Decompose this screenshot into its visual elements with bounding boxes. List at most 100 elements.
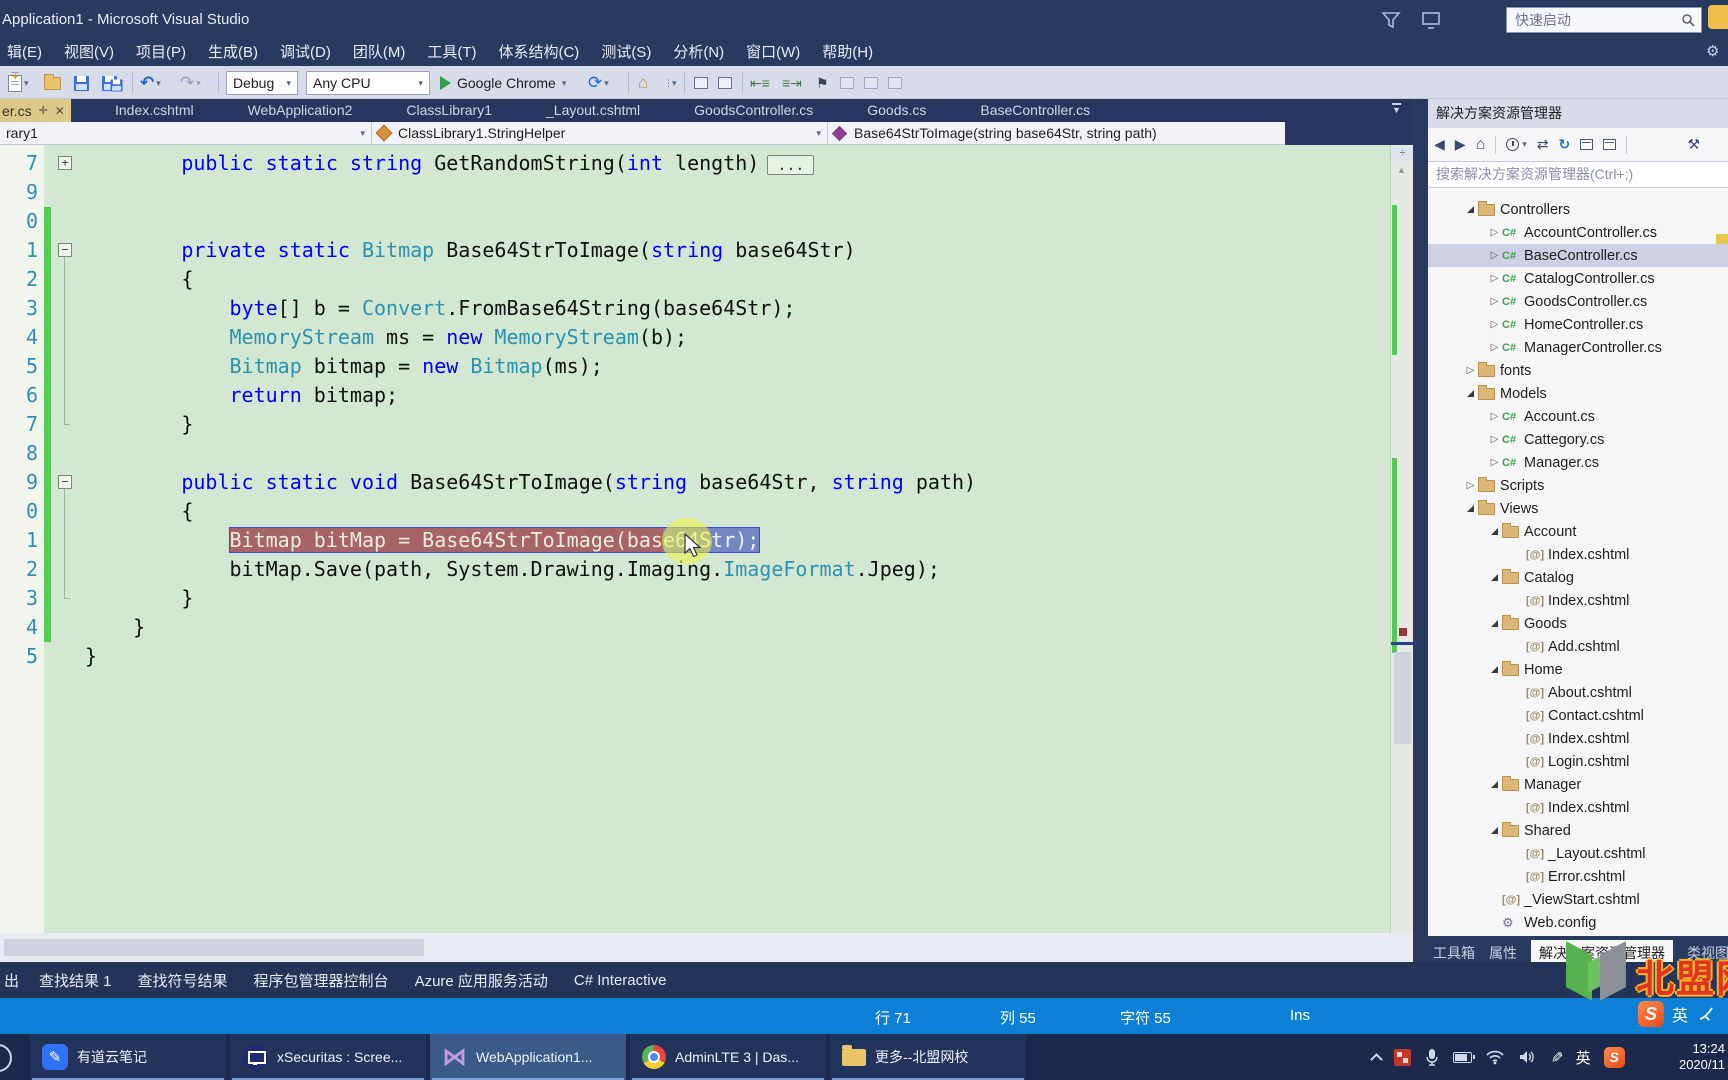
feedback-funnel-icon[interactable] — [1380, 9, 1402, 31]
tree-expanded-icon[interactable] — [1487, 827, 1502, 834]
tree-item-contact-cshtml[interactable]: [@]Contact.cshtml — [1428, 704, 1728, 727]
tab-toolbox[interactable]: 工具箱 — [1433, 943, 1475, 963]
ime-toolbar[interactable]: S 英 — [1638, 1001, 1716, 1027]
tree-collapsed-icon[interactable]: ▷ — [1487, 434, 1502, 445]
tab-index-cshtml[interactable]: Index.cshtml — [88, 99, 221, 122]
tree-item-goodscontroller-cs[interactable]: ▷C#GoodsController.cs — [1428, 290, 1728, 313]
tree-item-manager[interactable]: Manager — [1428, 773, 1728, 796]
tab-find-results-1[interactable]: 查找结果 1 — [39, 970, 112, 991]
save-all-button[interactable] — [102, 72, 124, 94]
menu-edit[interactable]: 辑(E) — [0, 40, 53, 66]
menu-team[interactable]: 团队(M) — [342, 40, 417, 66]
tab-class-view[interactable]: 类视图 — [1687, 943, 1728, 963]
tree-collapsed-icon[interactable]: ▷ — [1487, 227, 1502, 238]
tree-item-catalog[interactable]: Catalog — [1428, 566, 1728, 589]
member-dropdown[interactable]: Base64StrToImage(string base64Str, strin… — [828, 122, 1285, 144]
microphone-icon[interactable] — [1424, 1048, 1440, 1066]
code-line[interactable]: MemoryStream ms = new MemoryStream(b); — [85, 323, 687, 352]
tree-item-index-cshtml[interactable]: [@]Index.cshtml — [1428, 727, 1728, 750]
tab-webapplication2[interactable]: WebApplication2 — [221, 99, 380, 122]
fold-toggle[interactable]: + — [58, 156, 72, 170]
close-tab-icon[interactable]: ✕ — [55, 104, 65, 118]
wifi-icon[interactable] — [1485, 1049, 1505, 1065]
type-dropdown[interactable]: ClassLibrary1.StringHelper▾ — [372, 122, 828, 144]
code-line[interactable]: } — [85, 410, 193, 439]
tree-collapsed-icon[interactable]: ▷ — [1487, 273, 1502, 284]
tree-collapsed-icon[interactable]: ▷ — [1463, 480, 1478, 491]
tree-item--viewstart-cshtml[interactable]: [@]_ViewStart.cshtml — [1428, 888, 1728, 911]
screen-recorder-icon[interactable] — [1394, 1049, 1411, 1066]
search-circle-icon[interactable] — [0, 1044, 12, 1072]
code-line[interactable]: } — [85, 642, 97, 671]
menu-build[interactable]: 生成(B) — [197, 40, 269, 66]
tab-output[interactable]: 出 — [4, 970, 19, 991]
scroll-up-arrow[interactable]: ▲ — [1397, 165, 1406, 175]
tree-item-basecontroller-cs[interactable]: ▷C#BaseController.cs — [1428, 244, 1728, 267]
home-icon[interactable]: ⌂ — [1476, 136, 1486, 154]
code-line[interactable]: private static Bitmap Base64StrToImage(s… — [85, 236, 856, 265]
solution-search-input[interactable]: 搜索解决方案资源管理器(Ctrl+;) — [1428, 161, 1728, 188]
code-line[interactable]: bitMap.Save(path, System.Drawing.Imaging… — [85, 555, 940, 584]
tree-item-index-cshtml[interactable]: [@]Index.cshtml — [1428, 543, 1728, 566]
code-line[interactable]: public static void Base64StrToImage(stri… — [85, 468, 976, 497]
tree-item-login-cshtml[interactable]: [@]Login.cshtml — [1428, 750, 1728, 773]
tree-item-catalogcontroller-cs[interactable]: ▷C#CatalogController.cs — [1428, 267, 1728, 290]
refresh-icon[interactable]: ↻ — [1559, 136, 1571, 153]
tree-expanded-icon[interactable] — [1487, 528, 1502, 535]
status-line[interactable]: 行 71 — [875, 1007, 911, 1028]
tab-azure-app-service-activity[interactable]: Azure 应用服务活动 — [415, 970, 548, 991]
taskbar-item-chrome[interactable]: AdminLTE 3 | Das... — [630, 1034, 826, 1080]
collapse-all-icon[interactable] — [1580, 139, 1593, 150]
send-feedback-monitor-icon[interactable] — [1420, 9, 1442, 31]
status-character[interactable]: 字符 55 — [1120, 1007, 1171, 1028]
tree-collapsed-icon[interactable]: ▷ — [1463, 365, 1478, 376]
taskbar-item-visual-studio[interactable]: ⋈ WebApplication1... — [430, 1034, 626, 1080]
bookmark-icon[interactable]: ⚑ — [816, 72, 829, 94]
tree-expanded-icon[interactable] — [1463, 505, 1478, 512]
platform-dropdown[interactable]: Any CPU▾ — [306, 71, 430, 95]
tree-item-about-cshtml[interactable]: [@]About.cshtml — [1428, 681, 1728, 704]
taskbar-clock[interactable]: 13:24 2020/11 — [1655, 1041, 1725, 1073]
tab-goods-cs[interactable]: Goods.cs — [840, 99, 953, 122]
split-editor-handle[interactable]: ÷ — [1391, 147, 1414, 161]
tab-layout-cshtml[interactable]: _Layout.cshtml — [519, 99, 667, 122]
speaker-icon[interactable] — [1518, 1049, 1537, 1065]
tree-item-models[interactable]: Models — [1428, 382, 1728, 405]
tree-collapsed-icon[interactable]: ▷ — [1487, 342, 1502, 353]
save-button[interactable] — [74, 72, 89, 94]
tree-item-manager-cs[interactable]: ▷C#Manager.cs — [1428, 451, 1728, 474]
code-line[interactable]: } — [85, 584, 193, 613]
tree-expanded-icon[interactable] — [1487, 574, 1502, 581]
solution-explorer-title[interactable]: 解决方案资源管理器 — [1428, 99, 1728, 128]
horizontal-scroll-thumb[interactable] — [4, 939, 424, 956]
find-in-files-icon[interactable]: ⌂ — [638, 72, 648, 94]
tree-item-controllers[interactable]: Controllers — [1428, 198, 1728, 221]
navigate-forward-icon[interactable] — [718, 72, 732, 94]
show-all-files-icon[interactable] — [1603, 139, 1616, 150]
new-item-button[interactable]: ✦▾ — [8, 72, 29, 94]
title-bar[interactable]: Application1 - Microsoft Visual Studio 快… — [0, 0, 1728, 40]
tree-expanded-icon[interactable] — [1487, 620, 1502, 627]
chevron-up-icon[interactable] — [1370, 1053, 1383, 1066]
tree-item-scripts[interactable]: ▷Scripts — [1428, 474, 1728, 497]
tree-item-managercontroller-cs[interactable]: ▷C#ManagerController.cs — [1428, 336, 1728, 359]
tab-properties[interactable]: 属性 — [1489, 943, 1517, 963]
taskbar-item-xsecuritas[interactable]: xSecuritas : Scree... — [230, 1034, 426, 1080]
menu-window[interactable]: 窗口(W) — [735, 40, 811, 66]
sogou-icon[interactable]: S — [1638, 1001, 1664, 1027]
tree-item-web-config[interactable]: ⚙Web.config — [1428, 911, 1728, 934]
taskbar-item-youdao[interactable]: ✎ 有道云笔记 — [30, 1034, 226, 1080]
menu-test[interactable]: 测试(S) — [590, 40, 662, 66]
tree-item-account[interactable]: Account — [1428, 520, 1728, 543]
tree-item-home[interactable]: Home — [1428, 658, 1728, 681]
status-column[interactable]: 列 55 — [1000, 1007, 1036, 1028]
tree-item--layout-cshtml[interactable]: [@]_Layout.cshtml — [1428, 842, 1728, 865]
tree-expanded-icon[interactable] — [1487, 781, 1502, 788]
menu-help[interactable]: 帮助(H) — [811, 40, 884, 66]
tree-collapsed-icon[interactable]: ▷ — [1487, 411, 1502, 422]
redo-button[interactable]: ↷▾ — [180, 72, 201, 94]
fold-toggle[interactable]: − — [58, 243, 72, 257]
pin-tab-icon[interactable]: ✛ — [39, 104, 48, 117]
menu-architecture[interactable]: 体系结构(C) — [487, 40, 590, 66]
menu-tools[interactable]: 工具(T) — [416, 40, 487, 66]
